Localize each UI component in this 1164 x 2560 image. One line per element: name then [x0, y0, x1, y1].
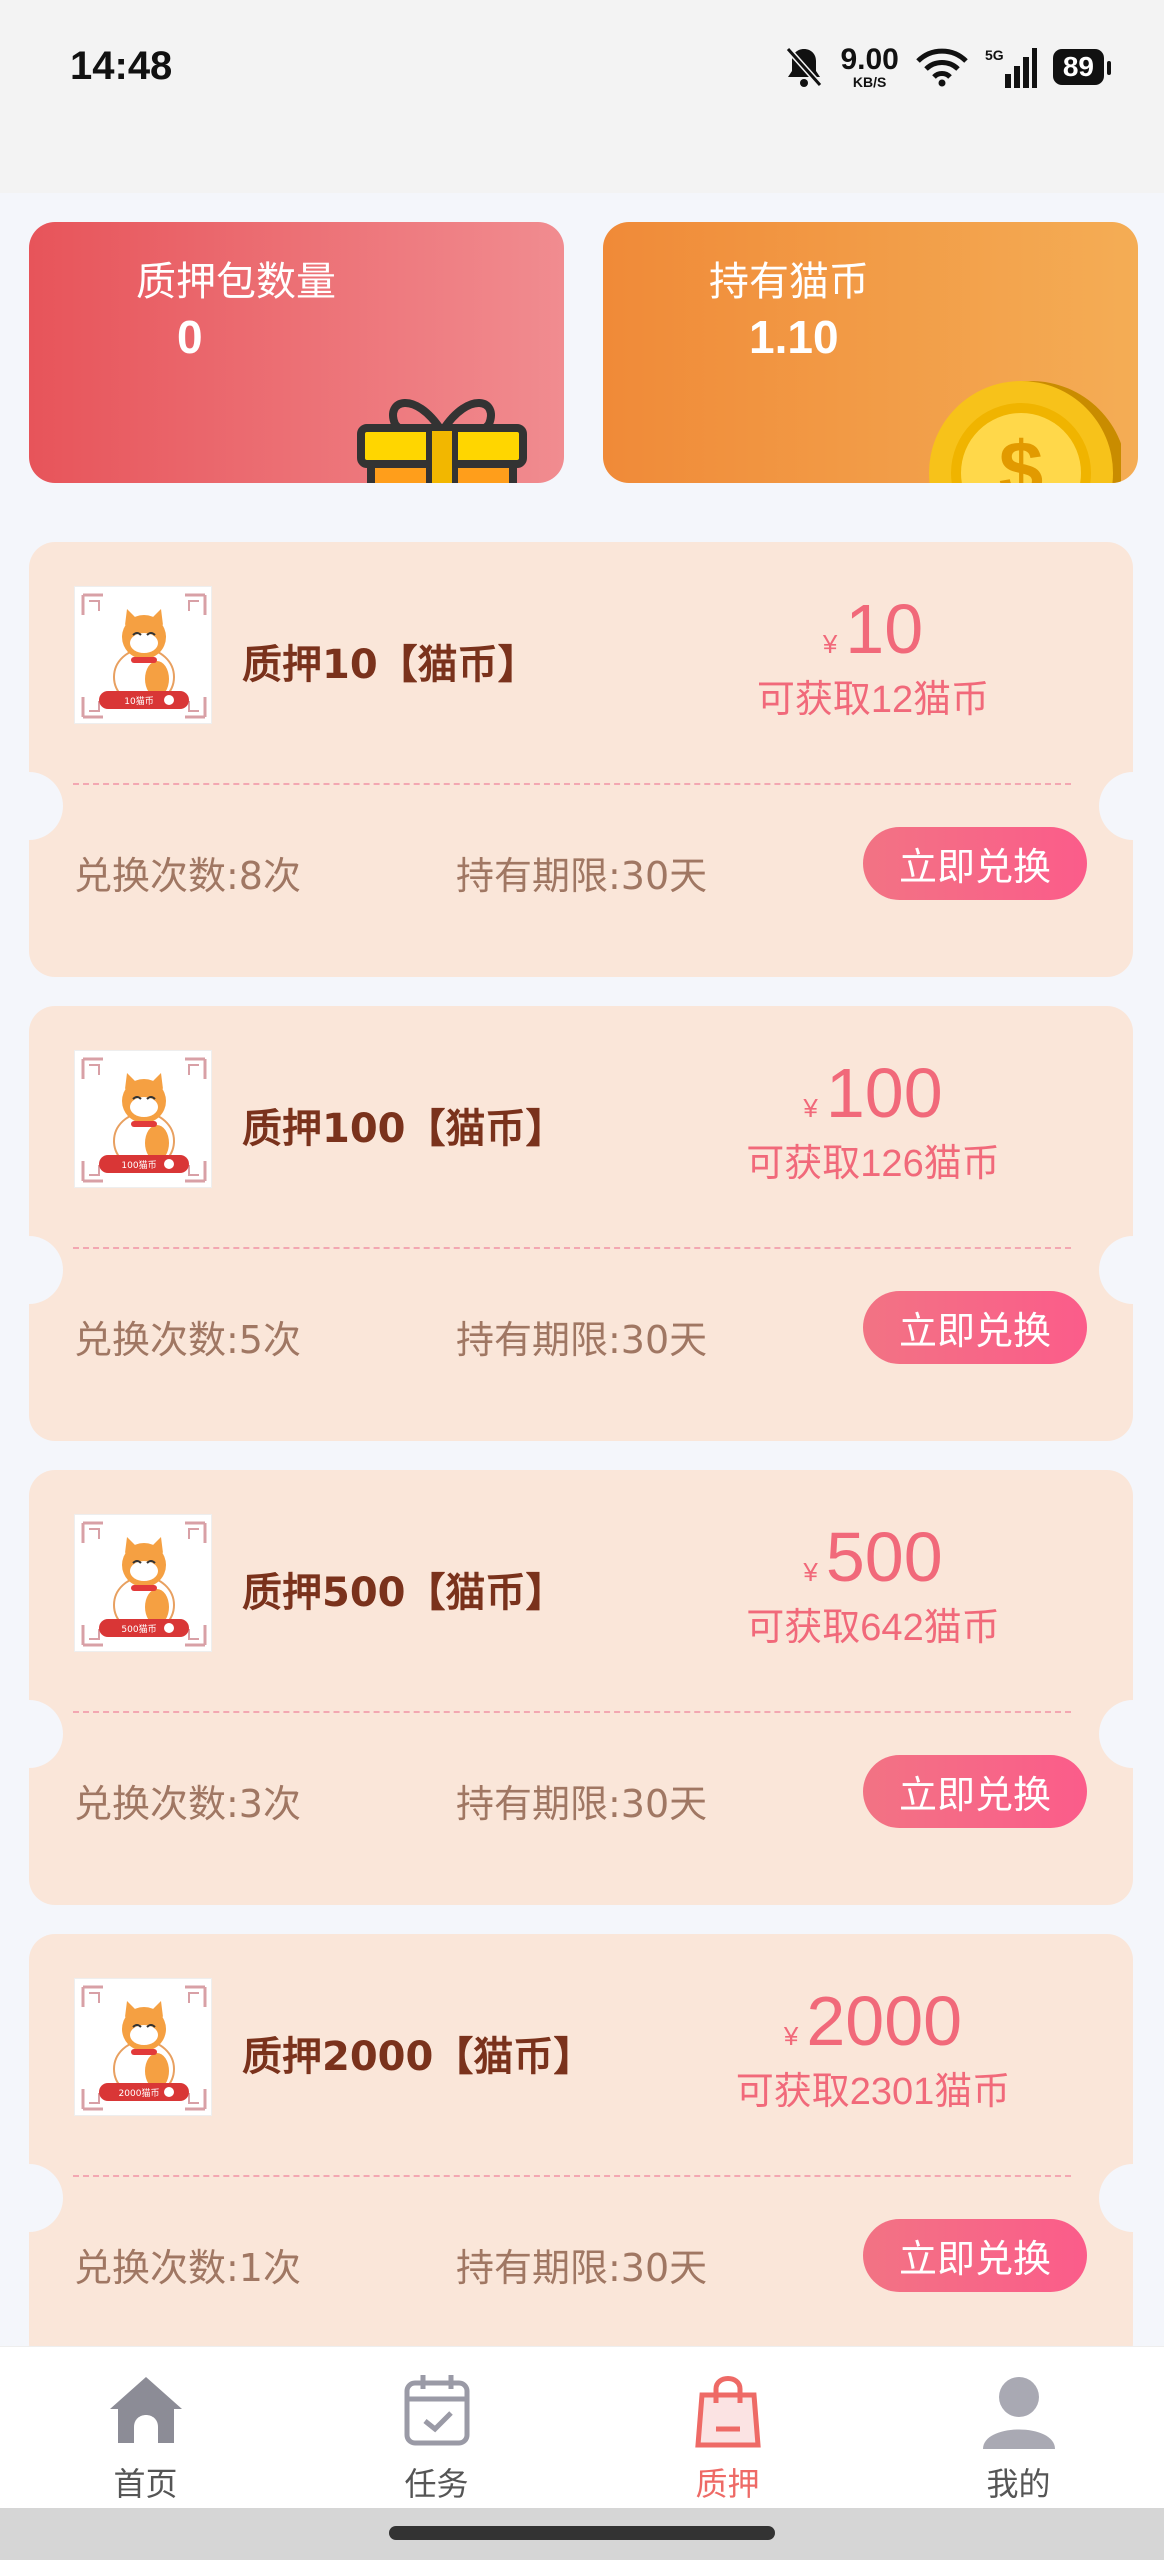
tab-tasks[interactable]: 任务: [291, 2347, 582, 2508]
price: ¥ 100: [803, 1058, 942, 1128]
price: ¥ 10: [823, 594, 923, 664]
pledge-title: 质押100【猫币】: [242, 1106, 566, 1152]
bottom-tab-bar: 首页 任务 质押 我的: [0, 2346, 1164, 2508]
price-amount: 2000: [806, 1982, 963, 2060]
holding-term: 持有期限:30天: [456, 2246, 708, 2290]
dashed-divider: [73, 1711, 1071, 1713]
dashed-divider: [73, 783, 1071, 785]
lucky-cat-icon: 10猫币: [81, 593, 207, 719]
calendar-check-icon: [404, 2375, 469, 2446]
gain-text: 可获取2301猫币: [735, 2071, 1011, 2113]
price-block: ¥ 500 可获取642猫币: [693, 1522, 1053, 1651]
battery-icon: 89: [1052, 49, 1112, 85]
wifi-icon: [916, 48, 968, 87]
dashed-divider: [73, 1247, 1071, 1249]
home-icon: [109, 2377, 182, 2443]
coins-held-label: 持有猫币: [709, 260, 869, 304]
lucky-cat-thumbnail: 10猫币: [74, 586, 212, 724]
pledge-card: 100猫币 质押100【猫币】 ¥ 100 可获取126猫币 兑换次数:5次 持…: [0, 1006, 1164, 1441]
status-bar: 14:48 9.00 KB/S 5G 89: [0, 0, 1164, 193]
lucky-cat-icon: 2000猫币: [81, 1985, 207, 2111]
price-amount: 100: [825, 1054, 943, 1132]
tab-mine-label: 我的: [986, 2465, 1051, 2503]
lucky-cat-thumbnail: 500猫币: [74, 1514, 212, 1652]
svg-text:2000猫币: 2000猫币: [119, 2087, 160, 2099]
price-block: ¥ 100 可获取126猫币: [693, 1058, 1053, 1187]
redeem-now-button[interactable]: 立即兑换: [863, 1291, 1087, 1364]
price-amount: 10: [845, 590, 924, 668]
currency-symbol: ¥: [803, 1557, 818, 1587]
svg-text:500猫币: 500猫币: [121, 1623, 156, 1635]
redeem-times: 兑换次数:8次: [74, 854, 301, 898]
gain-text: 可获取126猫币: [746, 1143, 1000, 1185]
card-notch: [0, 1236, 63, 1304]
coins-held-value: 1.10: [749, 311, 839, 363]
currency-symbol: ¥: [783, 2021, 799, 2051]
holding-term: 持有期限:30天: [456, 1318, 708, 1362]
pledge-count-card: 质押包数量 0: [29, 222, 564, 483]
lucky-cat-thumbnail: 100猫币: [74, 1050, 212, 1188]
pledge-card: 500猫币 质押500【猫币】 ¥ 500 可获取642猫币 兑换次数:3次 持…: [0, 1470, 1164, 1905]
card-notch: [0, 1700, 63, 1768]
tab-pledge-label: 质押: [695, 2465, 760, 2503]
shopping-bag-icon: [694, 2376, 761, 2448]
svg-text:10猫币: 10猫币: [124, 695, 153, 707]
currency-symbol: ¥: [822, 629, 838, 659]
redeem-times: 兑换次数:5次: [74, 1318, 301, 1362]
price-block: ¥ 2000 可获取2301猫币: [693, 1986, 1053, 2115]
price-amount: 500: [825, 1518, 943, 1596]
status-icons: 9.00 KB/S 5G 89: [784, 42, 1112, 92]
lucky-cat-thumbnail: 2000猫币: [74, 1978, 212, 2116]
redeem-now-button[interactable]: 立即兑换: [863, 2219, 1087, 2292]
card-notch: [1099, 2164, 1164, 2232]
coins-held-card: 持有猫币 1.10 $: [603, 222, 1138, 483]
gift-icon: [357, 399, 527, 483]
pledge-title: 质押10【猫币】: [242, 642, 538, 688]
mute-bell-icon: [786, 47, 823, 87]
tab-tasks-label: 任务: [404, 2465, 469, 2503]
network-type: 5G: [985, 47, 1004, 63]
price: ¥ 500: [803, 1522, 942, 1592]
card-notch: [0, 2164, 63, 2232]
gain-text: 可获取642猫币: [746, 1607, 1000, 1649]
user-icon: [982, 2377, 1055, 2449]
gain-text: 可获取12猫币: [756, 679, 990, 721]
holding-term: 持有期限:30天: [456, 1782, 708, 1826]
card-notch: [1099, 1236, 1164, 1304]
gold-coin-icon: $: [929, 381, 1121, 483]
card-notch: [0, 772, 63, 840]
redeem-times: 兑换次数:3次: [74, 1782, 301, 1826]
pledge-card: 10猫币 质押10【猫币】 ¥ 10 可获取12猫币 兑换次数:8次 持有期限:…: [0, 542, 1164, 977]
signal-icon: 5G: [985, 47, 1037, 88]
svg-text:$: $: [999, 425, 1044, 483]
currency-symbol: ¥: [803, 1093, 818, 1123]
status-time: 14:48: [70, 44, 173, 88]
pledge-title: 质押500【猫币】: [242, 1570, 566, 1616]
redeem-now-button[interactable]: 立即兑换: [863, 1755, 1087, 1828]
pledge-count-label: 质押包数量: [136, 260, 336, 304]
redeem-times: 兑换次数:1次: [74, 2246, 301, 2290]
svg-text:100猫币: 100猫币: [121, 1159, 156, 1171]
home-indicator[interactable]: [389, 2526, 775, 2540]
price-block: ¥ 10 可获取12猫币: [693, 594, 1053, 723]
lucky-cat-icon: 100猫币: [81, 1057, 207, 1183]
dashed-divider: [73, 2175, 1071, 2177]
pledge-title: 质押2000【猫币】: [242, 2034, 594, 2080]
tab-mine[interactable]: 我的: [873, 2347, 1164, 2508]
card-notch: [1099, 772, 1164, 840]
tab-home-label: 首页: [113, 2465, 178, 2503]
pledge-count-value: 0: [177, 311, 203, 363]
card-notch: [1099, 1700, 1164, 1768]
net-speed: 9.00 KB/S: [840, 43, 899, 90]
holding-term: 持有期限:30天: [456, 854, 708, 898]
redeem-now-button[interactable]: 立即兑换: [863, 827, 1087, 900]
pledge-card: 2000猫币 质押2000【猫币】 ¥ 2000 可获取2301猫币 兑换次数:…: [0, 1934, 1164, 2369]
tab-pledge[interactable]: 质押: [582, 2347, 873, 2508]
tab-home[interactable]: 首页: [0, 2347, 291, 2508]
price: ¥ 2000: [784, 1986, 962, 2056]
lucky-cat-icon: 500猫币: [81, 1521, 207, 1647]
